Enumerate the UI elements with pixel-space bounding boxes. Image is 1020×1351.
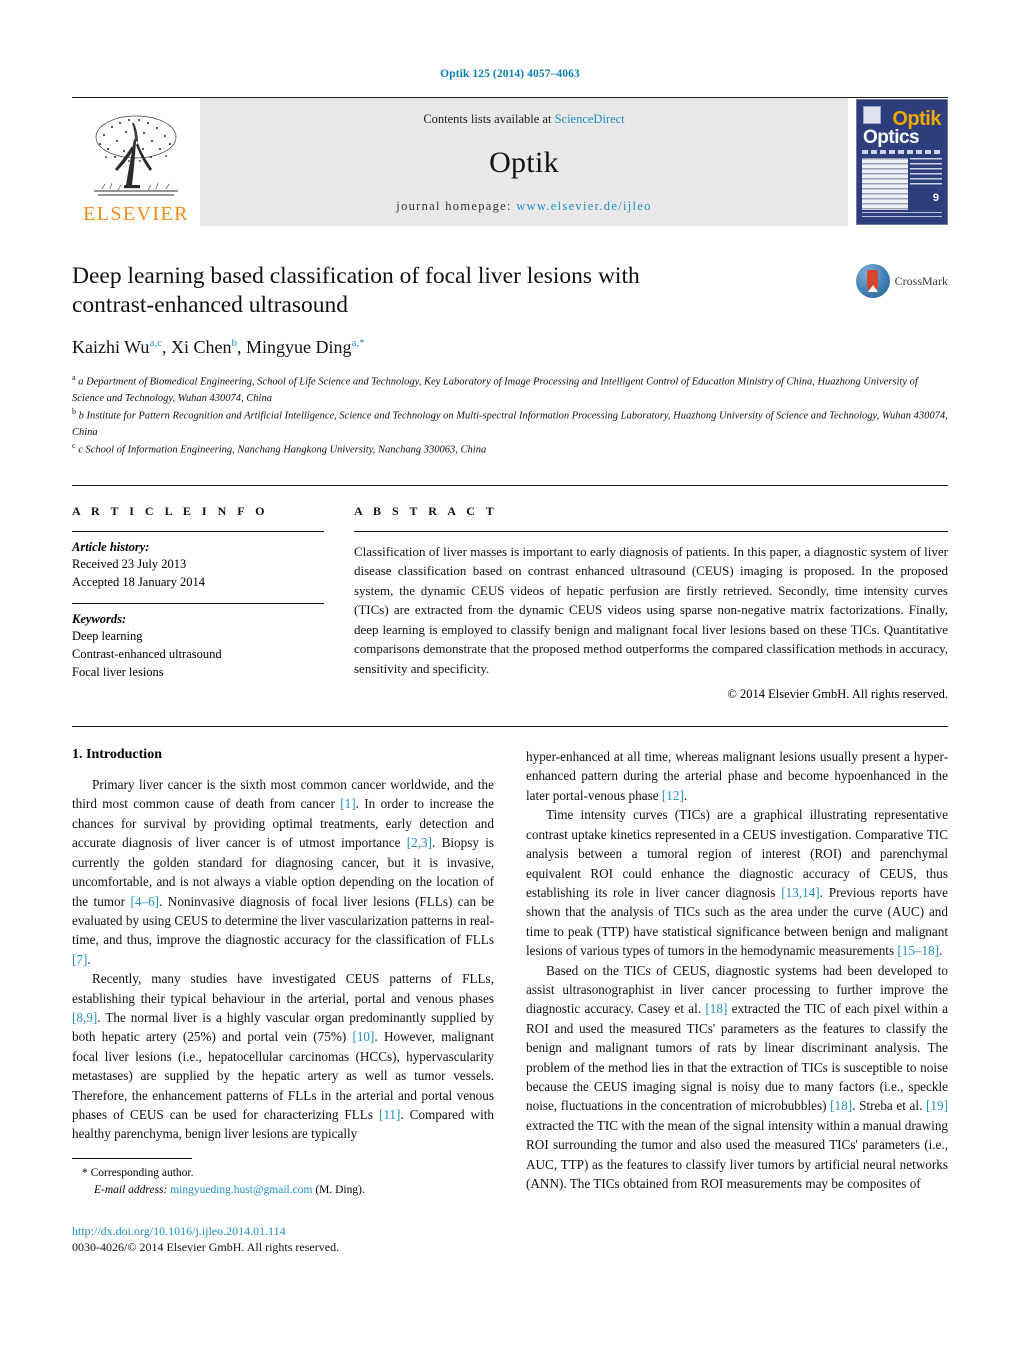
crossmark-label: CrossMark — [894, 273, 948, 288]
email-suffix: (M. Ding). — [315, 1184, 365, 1197]
body-right-column: hyper-enhanced at all time, whereas mali… — [526, 747, 948, 1193]
keywords-label: Keywords: — [72, 611, 127, 626]
affiliation-a: a a Department of Biomedical Engineering… — [72, 373, 918, 404]
body-left-column: 1. Introduction Primary liver cancer is … — [72, 747, 494, 1193]
article-received-date: Received 23 July 2013 — [72, 556, 187, 571]
article-info-heading: A R T I C L E I N F O — [72, 503, 269, 518]
cover-publisher-mark-icon — [863, 106, 881, 124]
article-info-divider — [72, 530, 324, 532]
article-accepted-date: Accepted 18 January 2014 — [72, 574, 205, 589]
body-section: 1. Introduction Primary liver cancer is … — [72, 726, 948, 1193]
email-line: E-mail address: mingyueding.hust@gmail.c… — [72, 1182, 494, 1199]
cover-title-optics: Optics — [863, 127, 920, 148]
email-label: E-mail address: — [94, 1184, 168, 1197]
affiliation-a-text: a Department of Biomedical Engineering, … — [72, 376, 918, 404]
journal-band: Contents lists available at ScienceDirec… — [200, 98, 848, 226]
article-history-label: Article history: — [72, 539, 150, 554]
abstract-text: Classification of liver masses is import… — [354, 543, 948, 676]
page-title: Deep learning based classification of fo… — [72, 263, 640, 318]
affiliation-c: c c School of Information Engineering, N… — [72, 441, 487, 456]
crossmark-badge[interactable]: CrossMark — [855, 262, 948, 298]
corresponding-marker: * — [82, 1167, 88, 1179]
issn-copyright-line: 0030-4026/© 2014 Elsevier GmbH. All righ… — [72, 1239, 340, 1254]
journal-title: Optik — [489, 146, 559, 179]
cover-footer-lines — [862, 212, 942, 220]
affiliations: a a Department of Biomedical Engineering… — [72, 372, 948, 458]
running-head: Optik 125 (2014) 4057–4063 — [440, 68, 580, 80]
corresponding-text: Corresponding author. — [90, 1167, 194, 1179]
affiliation-b-text: b Institute for Pattern Recognition and … — [72, 410, 948, 438]
doi-link[interactable]: http://dx.doi.org/10.1016/j.ijleo.2014.0… — [72, 1224, 286, 1238]
doi-block: http://dx.doi.org/10.1016/j.ijleo.2014.0… — [72, 1222, 494, 1255]
elsevier-wordmark: ELSEVIER — [83, 203, 189, 225]
sciencedirect-link[interactable]: ScienceDirect — [555, 112, 625, 126]
title-block: Deep learning based classification of fo… — [72, 262, 948, 358]
page-footnote: * Corresponding author. E-mail address: … — [72, 1158, 494, 1255]
author-list: Kaizhi Wua,c, Xi Chenb, Mingyue Dinga,* — [72, 337, 365, 358]
abstract-copyright: © 2014 Elsevier GmbH. All rights reserve… — [727, 687, 948, 702]
cover-contents-panel — [862, 158, 908, 210]
section-heading-introduction: 1. Introduction — [72, 747, 162, 763]
contents-available-line: Contents lists available at ScienceDirec… — [423, 112, 624, 127]
article-info-column: A R T I C L E I N F O Article history: R… — [72, 504, 324, 703]
cover-issue-number: 9 — [932, 192, 939, 204]
elsevier-logo: ELSEVIER — [72, 98, 200, 226]
info-abstract-section: A R T I C L E I N F O Article history: R… — [72, 484, 948, 703]
paragraph: Based on the TICs of CEUS, diagnostic sy… — [526, 962, 949, 1191]
paragraph: hyper-enhanced at all time, whereas mali… — [526, 749, 948, 803]
paragraph: Recently, many studies have investigated… — [72, 971, 494, 1142]
cover-subtitle-rule — [862, 150, 942, 154]
paragraph: Primary liver cancer is the sixth most c… — [72, 777, 495, 967]
cover-side-panel — [910, 158, 942, 186]
affiliation-b: b b Institute for Pattern Recognition an… — [72, 407, 948, 438]
keyword-item: Deep learning — [72, 628, 143, 643]
corresponding-author-line: * Corresponding author. — [72, 1165, 494, 1182]
journal-masthead: ELSEVIER Contents lists available at Sci… — [72, 97, 948, 226]
homepage-prefix: journal homepage: — [396, 199, 517, 213]
journal-homepage-link[interactable]: www.elsevier.de/ijleo — [516, 199, 652, 213]
journal-homepage-line: journal homepage: www.elsevier.de/ijleo — [396, 199, 651, 214]
journal-cover-thumbnail: Optik Optics 9 — [848, 98, 948, 226]
abstract-column: A B S T R A C T Classification of liver … — [354, 504, 948, 703]
footnote-rule — [72, 1158, 192, 1159]
crossmark-icon — [855, 264, 890, 298]
keyword-item: Focal liver lesions — [72, 665, 164, 680]
paragraph: Time intensity curves (TICs) are a graph… — [526, 807, 949, 959]
abstract-heading: A B S T R A C T — [354, 503, 498, 518]
keywords-divider — [72, 602, 324, 604]
email-link[interactable]: mingyueding.hust@gmail.com — [170, 1184, 312, 1196]
affiliation-c-text: c School of Information Engineering, Nan… — [78, 444, 487, 456]
contents-prefix: Contents lists available at — [423, 112, 555, 126]
elsevier-tree-icon — [82, 111, 190, 203]
abstract-divider — [354, 530, 948, 532]
keyword-item: Contrast-enhanced ultrasound — [72, 646, 222, 661]
article-page: Optik 125 (2014) 4057–4063 ELSEVIER Cont… — [0, 0, 1020, 1351]
